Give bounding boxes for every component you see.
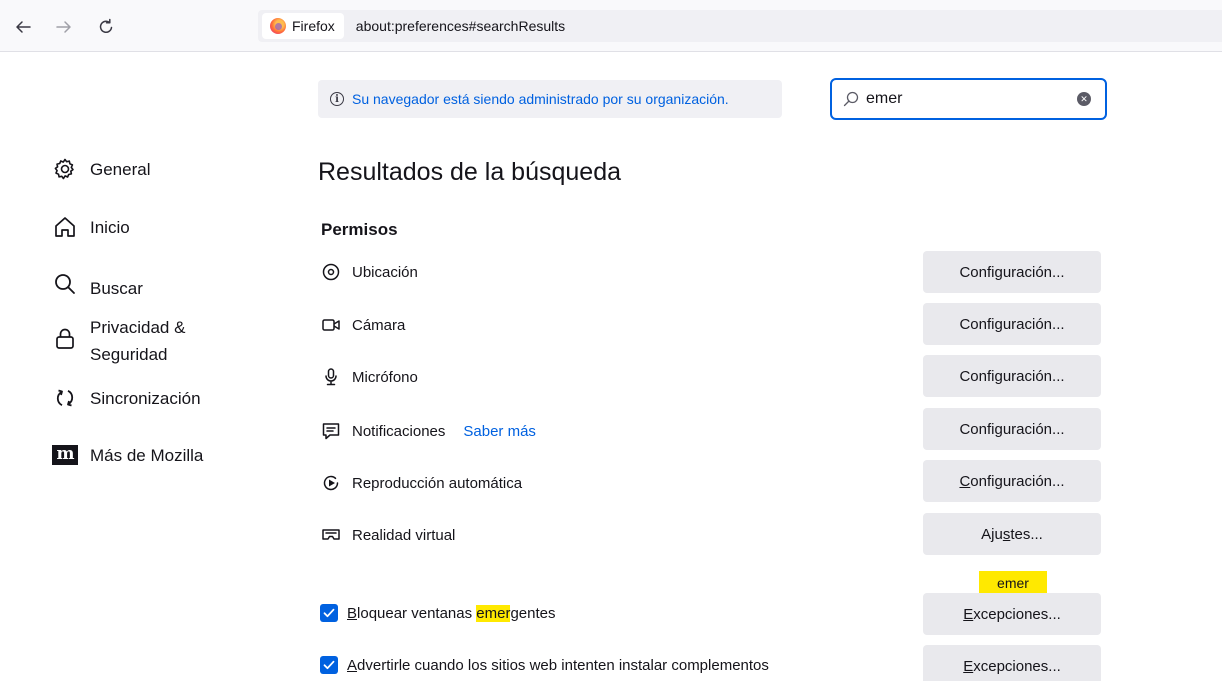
reload-icon — [99, 18, 113, 34]
permission-microphone: Micrófono — [320, 366, 418, 388]
autoplay-icon — [320, 472, 342, 494]
search-highlight: emer — [476, 604, 511, 622]
back-arrow-icon — [16, 21, 31, 33]
block-popups-row[interactable]: Bloquear ventanas emergentes — [320, 604, 556, 622]
warn-addons-row[interactable]: Advertirle cuando los sitios web intente… — [320, 656, 769, 674]
permission-label: Micrófono — [352, 368, 418, 386]
firefox-logo-icon — [270, 18, 286, 34]
permission-camera: Cámara — [320, 314, 405, 336]
sidebar-item-search[interactable]: Buscar — [52, 271, 282, 302]
checkmark-icon — [323, 608, 335, 618]
microphone-icon — [320, 366, 342, 388]
sidebar-item-privacy[interactable]: Privacidad & Seguridad — [52, 314, 282, 368]
permission-label: Notificaciones — [352, 422, 446, 440]
url-bar[interactable]: Firefox about:preferences#searchResults — [258, 10, 1222, 42]
forward-arrow-icon — [56, 21, 71, 33]
browser-toolbar: Firefox about:preferences#searchResults — [0, 0, 1222, 52]
block-popups-label: Bloquear ventanas emergentes — [347, 604, 556, 622]
search-input[interactable] — [866, 90, 1066, 108]
search-icon — [843, 91, 859, 107]
learn-more-link[interactable]: Saber más — [463, 423, 536, 440]
location-icon — [320, 261, 342, 283]
block-popups-checkbox[interactable] — [320, 604, 338, 622]
sidebar-item-label: Sincronización — [90, 389, 201, 408]
gear-icon — [52, 156, 78, 182]
permission-location: Ubicación — [320, 261, 418, 283]
lock-icon — [52, 326, 78, 352]
addons-exceptions-button[interactable]: Excepciones... — [923, 645, 1101, 681]
popup-exceptions-button[interactable]: Excepciones... — [923, 593, 1101, 635]
warn-addons-label: Advertirle cuando los sitios web intente… — [347, 656, 769, 674]
notification-icon — [320, 420, 342, 442]
mozilla-badge: m — [52, 445, 78, 465]
camera-settings-button[interactable]: Confi g uración... — [923, 303, 1101, 345]
sync-icon — [52, 385, 78, 411]
sidebar-item-label: General — [90, 160, 151, 179]
policies-notice: i Su navegador está siendo administrado … — [318, 80, 782, 118]
checkmark-icon — [323, 660, 335, 670]
autoplay-settings-button[interactable]: Configuración... — [923, 460, 1101, 502]
info-icon: i — [330, 92, 344, 106]
mozilla-icon: m — [52, 442, 78, 468]
search-icon — [52, 271, 78, 297]
sidebar-item-label: Inicio — [90, 218, 130, 237]
vr-settings-button[interactable]: Aju s tes... — [923, 513, 1101, 555]
sidebar-item-home[interactable]: Inicio — [52, 214, 282, 241]
microphone-settings-button[interactable]: Confi g uración... — [923, 355, 1101, 397]
location-settings-button[interactable]: Confi g uración... — [923, 251, 1101, 293]
clear-search-icon[interactable]: ✕ — [1077, 92, 1091, 106]
permission-label: Realidad virtual — [352, 526, 456, 544]
sidebar-item-more-from-mozilla[interactable]: m Más de Mozilla — [52, 442, 282, 469]
back-button[interactable] — [12, 16, 34, 38]
page-title: Resultados de la búsqueda — [318, 158, 622, 186]
sidebar-item-general[interactable]: General — [52, 156, 282, 183]
sidebar-item-label-line2: Seguridad — [90, 345, 168, 364]
reload-button[interactable] — [95, 16, 117, 38]
search-box[interactable]: ✕ — [830, 78, 1107, 120]
sidebar-item-label: Buscar — [90, 279, 143, 298]
url-text[interactable]: about:preferences#searchResults — [356, 18, 565, 34]
warn-addons-checkbox[interactable] — [320, 656, 338, 674]
permission-label: Reproducción automática — [352, 474, 523, 492]
sidebar-item-label: Más de Mozilla — [90, 446, 204, 465]
home-icon — [52, 214, 78, 240]
sidebar-item-label: Privacidad & — [90, 318, 186, 337]
policies-link[interactable]: Su navegador está siendo administrado po… — [352, 91, 729, 107]
forward-button[interactable] — [53, 16, 75, 38]
permission-autoplay: Reproducción automática — [320, 472, 522, 494]
section-heading: Permisos — [321, 220, 398, 239]
identity-label: Firefox — [292, 18, 335, 34]
camera-icon — [320, 314, 342, 336]
notifications-settings-button[interactable]: Confi g uración... — [923, 408, 1101, 450]
permission-vr: Realidad virtual — [320, 524, 455, 546]
vr-icon — [320, 524, 342, 546]
permission-label: Ubicación — [352, 263, 418, 281]
permission-label: Cámara — [352, 316, 406, 334]
identity-box[interactable]: Firefox — [262, 13, 344, 39]
sidebar-item-sync[interactable]: Sincronización — [52, 385, 282, 412]
permission-notifications: Notificaciones Saber más — [320, 420, 536, 442]
search-match-tooltip: emer — [979, 571, 1047, 601]
